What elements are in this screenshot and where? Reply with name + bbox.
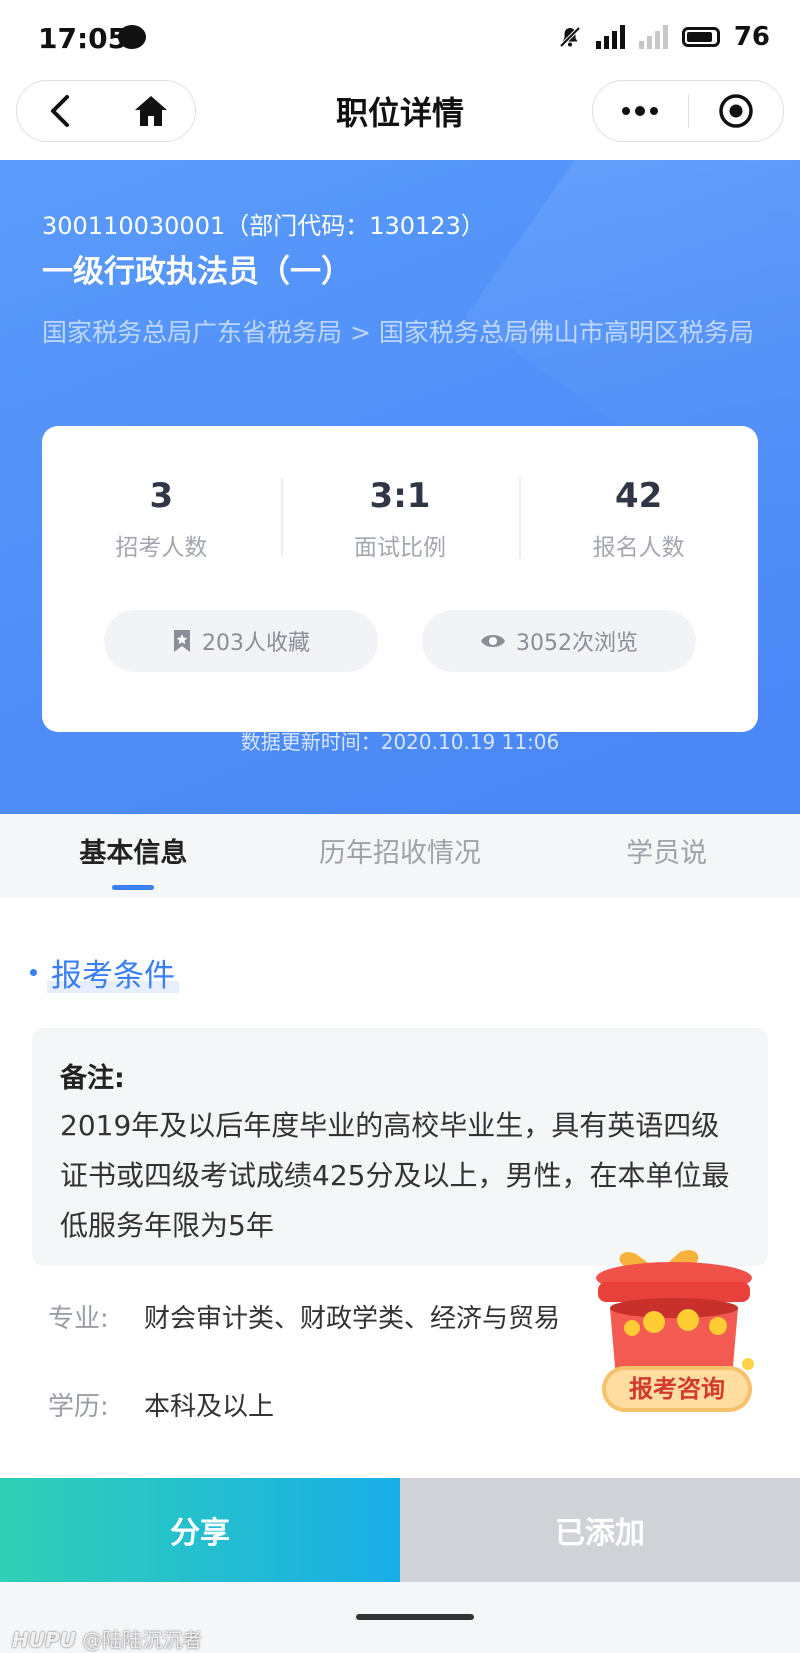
share-button[interactable]: 分享 bbox=[0, 1478, 400, 1582]
stat-value: 3 bbox=[149, 476, 174, 516]
detail-row-education: 学历: 本科及以上 bbox=[48, 1386, 274, 1423]
stat-recruit-count: 3 招考人数 bbox=[42, 472, 281, 562]
detail-value: 财会审计类、财政学类、经济与贸易 bbox=[144, 1304, 561, 1334]
stats-row: 3 招考人数 3:1 面试比例 42 报名人数 bbox=[42, 472, 758, 562]
tab-history-recruitment[interactable]: 历年招收情况 bbox=[267, 814, 534, 898]
target-circle-icon bbox=[719, 94, 753, 128]
views-pill: 3052次浏览 bbox=[422, 610, 696, 672]
stat-interview-ratio: 3:1 面试比例 bbox=[280, 472, 520, 562]
favorites-pill[interactable]: 203人收藏 bbox=[104, 610, 378, 672]
views-count: 3052次浏览 bbox=[516, 631, 638, 656]
detail-key: 专业: bbox=[48, 1304, 109, 1334]
job-title: 一级行政执法员（一） bbox=[42, 254, 352, 290]
consult-float-button[interactable]: 报考咨询 bbox=[588, 1246, 778, 1424]
home-indicator[interactable] bbox=[356, 1614, 474, 1620]
department-path: 国家税务总局广东省税务局 > 国家税务总局佛山市高明区税务局 bbox=[42, 318, 754, 347]
remarks-body: 2019年及以后年度毕业的高校毕业生，具有英语四级证书或四级考试成绩425分及以… bbox=[60, 1109, 730, 1242]
stats-card: 3 招考人数 3:1 面试比例 42 报名人数 203人收藏 3052次浏览 bbox=[42, 426, 758, 732]
section-title: 报考条件 bbox=[47, 950, 179, 995]
bookmark-star-icon bbox=[174, 630, 190, 652]
remarks-box: 备注: 2019年及以后年度毕业的高校毕业生，具有英语四级证书或四级考试成绩42… bbox=[32, 1028, 768, 1266]
status-time: 17:05 bbox=[38, 22, 128, 55]
nav-right-capsule bbox=[592, 80, 784, 142]
watermark: HUPU @陆陆沉沉者 bbox=[12, 1624, 202, 1653]
tab-student-reviews[interactable]: 学员说 bbox=[533, 814, 800, 898]
tab-basic-info[interactable]: 基本信息 bbox=[0, 814, 267, 898]
navigation-bar: 职位详情 bbox=[0, 80, 800, 160]
bottom-action-bar: 分享 已添加 bbox=[0, 1478, 800, 1582]
stat-label: 报名人数 bbox=[592, 535, 685, 561]
added-button[interactable]: 已添加 bbox=[400, 1478, 800, 1582]
eye-icon bbox=[481, 635, 505, 647]
detail-value: 本科及以上 bbox=[144, 1392, 275, 1422]
more-dots-icon bbox=[622, 106, 659, 116]
wechat-notification-icon bbox=[118, 25, 146, 49]
stat-applicant-count: 42 报名人数 bbox=[519, 472, 758, 562]
close-miniprogram-button[interactable] bbox=[689, 81, 784, 141]
stat-label: 面试比例 bbox=[354, 535, 446, 561]
job-header: 300110030001（部门代码：130123） 一级行政执法员（一） 国家税… bbox=[0, 160, 800, 814]
more-button[interactable] bbox=[593, 81, 688, 141]
detail-key: 学历: bbox=[48, 1392, 109, 1422]
stat-value: 3:1 bbox=[369, 476, 431, 516]
status-bar: 17:05 76 bbox=[0, 0, 800, 80]
watermark-brand: HUPU bbox=[12, 1628, 76, 1652]
signal-empty-icon bbox=[638, 25, 668, 49]
page: 17:05 76 职位详情 300110030001（部门代码：130123） … bbox=[0, 0, 800, 1653]
stat-label: 招考人数 bbox=[115, 535, 208, 561]
battery-level: 76 bbox=[733, 22, 770, 52]
status-icons: 76 bbox=[558, 22, 770, 52]
watermark-user: @陆陆沉沉者 bbox=[82, 1628, 203, 1652]
detail-tabs: 基本信息 历年招收情况 学员说 bbox=[0, 814, 800, 898]
mute-bell-icon bbox=[559, 26, 581, 48]
consult-label: 报考咨询 bbox=[629, 1375, 725, 1403]
favorites-count: 203人收藏 bbox=[202, 631, 310, 656]
detail-row-major: 专业: 财会审计类、财政学类、经济与贸易 bbox=[48, 1298, 560, 1335]
battery-icon bbox=[681, 27, 720, 47]
signal-strength-icon bbox=[595, 25, 625, 49]
stat-value: 42 bbox=[615, 476, 663, 516]
remarks-title: 备注: bbox=[60, 1063, 125, 1094]
engagement-pills: 203人收藏 3052次浏览 bbox=[104, 610, 696, 672]
update-time: 数据更新时间：2020.10.19 11:06 bbox=[240, 730, 560, 754]
job-code: 300110030001（部门代码：130123） bbox=[42, 212, 485, 240]
section-header: 报考条件 bbox=[30, 950, 179, 995]
section-bullet bbox=[30, 969, 37, 976]
